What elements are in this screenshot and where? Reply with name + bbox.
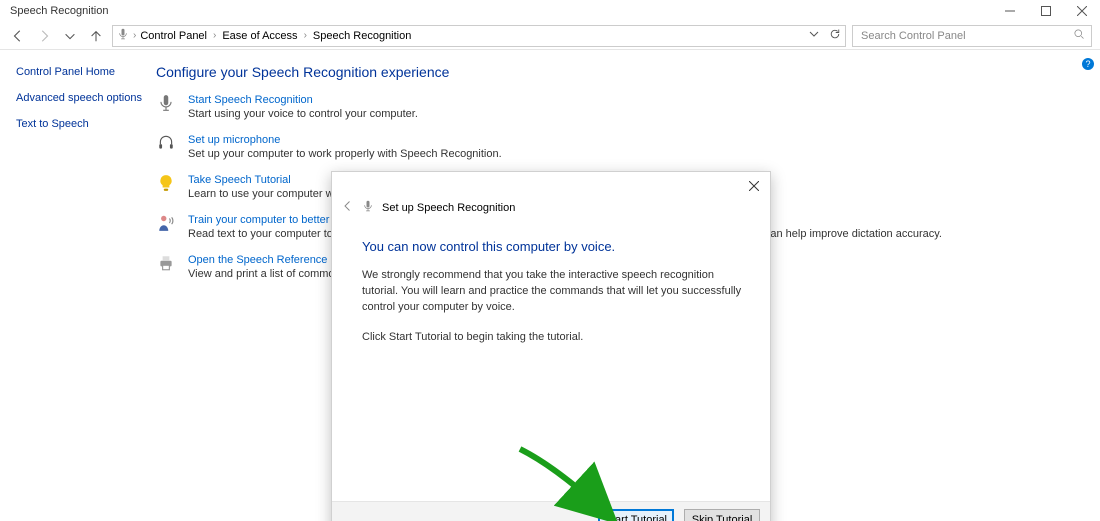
microphone-icon [117, 28, 129, 43]
nav-forward-button[interactable] [34, 26, 54, 46]
list-item: Start Speech Recognition Start using you… [156, 94, 1090, 120]
breadcrumb[interactable]: › Control Panel › Ease of Access › Speec… [112, 25, 846, 47]
nav-up-button[interactable] [86, 26, 106, 46]
breadcrumb-item[interactable]: Speech Recognition [313, 30, 411, 42]
item-desc: Start using your voice to control your c… [188, 108, 418, 120]
link-take-speech-tutorial[interactable]: Take Speech Tutorial [188, 174, 291, 186]
dialog-back-button[interactable] [342, 200, 354, 215]
item-desc: Set up your computer to work properly wi… [188, 148, 502, 160]
list-item: Set up microphone Set up your computer t… [156, 134, 1090, 160]
breadcrumb-item[interactable]: Control Panel [140, 30, 207, 42]
headset-icon [156, 134, 176, 154]
microphone-icon [362, 200, 374, 215]
search-icon [1073, 28, 1085, 43]
nav-back-button[interactable] [8, 26, 28, 46]
dialog-subtitle: Set up Speech Recognition [382, 202, 515, 214]
window-close-button[interactable] [1064, 0, 1100, 22]
chevron-down-icon[interactable] [809, 29, 819, 42]
page-title: Configure your Speech Recognition experi… [156, 64, 1090, 80]
printer-icon [156, 254, 176, 274]
window-maximize-button[interactable] [1028, 0, 1064, 22]
search-input[interactable] [859, 29, 1067, 43]
breadcrumb-item[interactable]: Ease of Access [222, 30, 297, 42]
window-titlebar: Speech Recognition [0, 0, 1100, 22]
skip-tutorial-button[interactable]: Skip Tutorial [684, 509, 760, 521]
chevron-right-icon: › [304, 30, 307, 41]
start-tutorial-button[interactable]: Start Tutorial [598, 509, 674, 521]
window-minimize-button[interactable] [992, 0, 1028, 22]
dialog-heading: You can now control this computer by voi… [362, 239, 746, 254]
left-nav: Control Panel Home Advanced speech optio… [0, 50, 150, 521]
chevron-right-icon: › [213, 30, 216, 41]
search-box[interactable] [852, 25, 1092, 47]
help-icon[interactable]: ? [1082, 58, 1094, 70]
dialog-text: We strongly recommend that you take the … [362, 268, 746, 316]
link-setup-microphone[interactable]: Set up microphone [188, 134, 280, 146]
chevron-right-icon: › [133, 30, 136, 41]
person-speaking-icon [156, 214, 176, 234]
dialog-text: Click Start Tutorial to begin taking the… [362, 330, 746, 346]
dialog-close-button[interactable] [744, 176, 764, 196]
address-toolbar: › Control Panel › Ease of Access › Speec… [0, 22, 1100, 50]
lightbulb-icon [156, 174, 176, 194]
link-open-reference-card[interactable]: Open the Speech Reference Card [188, 254, 354, 266]
link-start-speech-recognition[interactable]: Start Speech Recognition [188, 94, 313, 106]
setup-speech-recognition-dialog: Set up Speech Recognition You can now co… [331, 171, 771, 521]
microphone-icon [156, 94, 176, 114]
nav-advanced-speech-options[interactable]: Advanced speech options [16, 92, 142, 104]
nav-recent-button[interactable] [60, 26, 80, 46]
nav-control-panel-home[interactable]: Control Panel Home [16, 66, 142, 78]
window-title: Speech Recognition [10, 5, 108, 17]
nav-text-to-speech[interactable]: Text to Speech [16, 118, 142, 130]
refresh-icon[interactable] [829, 28, 841, 43]
